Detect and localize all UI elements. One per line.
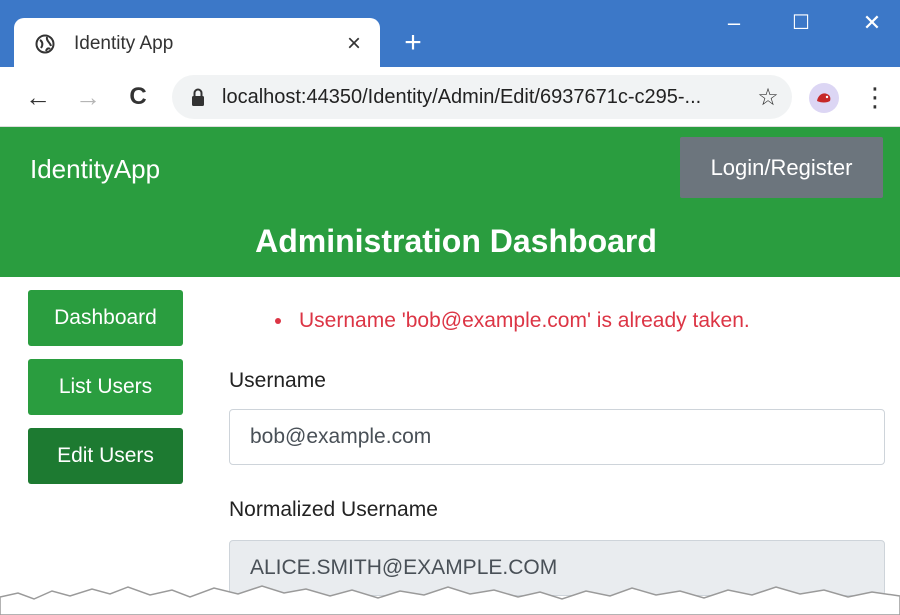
- back-button[interactable]: ←: [22, 81, 54, 113]
- reload-button[interactable]: C: [122, 81, 154, 113]
- torn-edge: [0, 585, 900, 615]
- profile-avatar-icon[interactable]: [809, 83, 839, 113]
- lock-icon: [190, 87, 206, 107]
- window-close-button[interactable]: ✕: [852, 12, 892, 34]
- brand-link[interactable]: IdentityApp: [30, 154, 160, 185]
- new-tab-button[interactable]: +: [397, 28, 429, 60]
- tab-close-icon[interactable]: ×: [334, 30, 374, 58]
- login-register-button[interactable]: Login/Register: [680, 137, 883, 198]
- browser-tab[interactable]: Identity App ×: [14, 18, 380, 70]
- address-bar[interactable]: localhost:44350/Identity/Admin/Edit/6937…: [172, 75, 792, 119]
- tab-title: Identity App: [74, 33, 174, 54]
- star-icon[interactable]: ☆: [748, 83, 788, 112]
- page-title: Administration Dashboard: [255, 223, 657, 259]
- username-label: Username: [229, 369, 326, 392]
- minimize-button[interactable]: –: [714, 12, 754, 34]
- browser-title-bar: Identity App × + – ☐ ✕: [0, 0, 900, 70]
- username-input[interactable]: bob@example.com: [229, 409, 885, 465]
- normalized-username-label: Normalized Username: [229, 498, 438, 521]
- browser-toolbar: ← → C localhost:44350/Identity/Admin/Edi…: [0, 67, 900, 127]
- url-text[interactable]: localhost:44350/Identity/Admin/Edit/6937…: [222, 86, 748, 109]
- forward-button[interactable]: →: [72, 81, 104, 113]
- sidebar-item-list-users[interactable]: List Users: [28, 359, 183, 415]
- validation-summary: Username 'bob@example.com' is already ta…: [275, 309, 750, 333]
- globe-icon: [34, 33, 56, 55]
- sidebar-item-dashboard[interactable]: Dashboard: [28, 290, 183, 346]
- app-navbar: IdentityApp Login/Register Administratio…: [0, 127, 900, 277]
- bullet-icon: [275, 318, 281, 324]
- maximize-button[interactable]: ☐: [781, 12, 821, 34]
- validation-error: Username 'bob@example.com' is already ta…: [299, 309, 750, 332]
- sidebar-item-edit-users[interactable]: Edit Users: [28, 428, 183, 484]
- menu-icon[interactable]: ⋮: [862, 81, 888, 113]
